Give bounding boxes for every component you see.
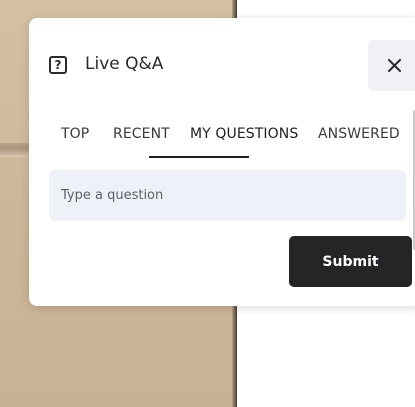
submit-button[interactable]: Submit (289, 236, 412, 287)
panel-title: Live Q&A (85, 54, 164, 74)
active-tab-indicator (149, 156, 249, 158)
question-input[interactable] (49, 170, 406, 221)
live-qa-panel: ? Live Q&A TOP RECENT MY QUESTIONS ANSWE… (29, 18, 415, 306)
question-square-icon: ? (49, 56, 67, 74)
close-icon (388, 59, 401, 72)
panel-header: ? Live Q&A (29, 18, 415, 110)
tab-recent[interactable]: RECENT (113, 126, 170, 142)
tab-top[interactable]: TOP (61, 126, 89, 142)
qa-tabs: TOP RECENT MY QUESTIONS ANSWERED (29, 110, 415, 160)
tab-answered[interactable]: ANSWERED (318, 126, 400, 142)
tab-my-questions[interactable]: MY QUESTIONS (190, 126, 298, 142)
close-button[interactable] (368, 40, 415, 91)
tabs-divider (29, 159, 415, 160)
